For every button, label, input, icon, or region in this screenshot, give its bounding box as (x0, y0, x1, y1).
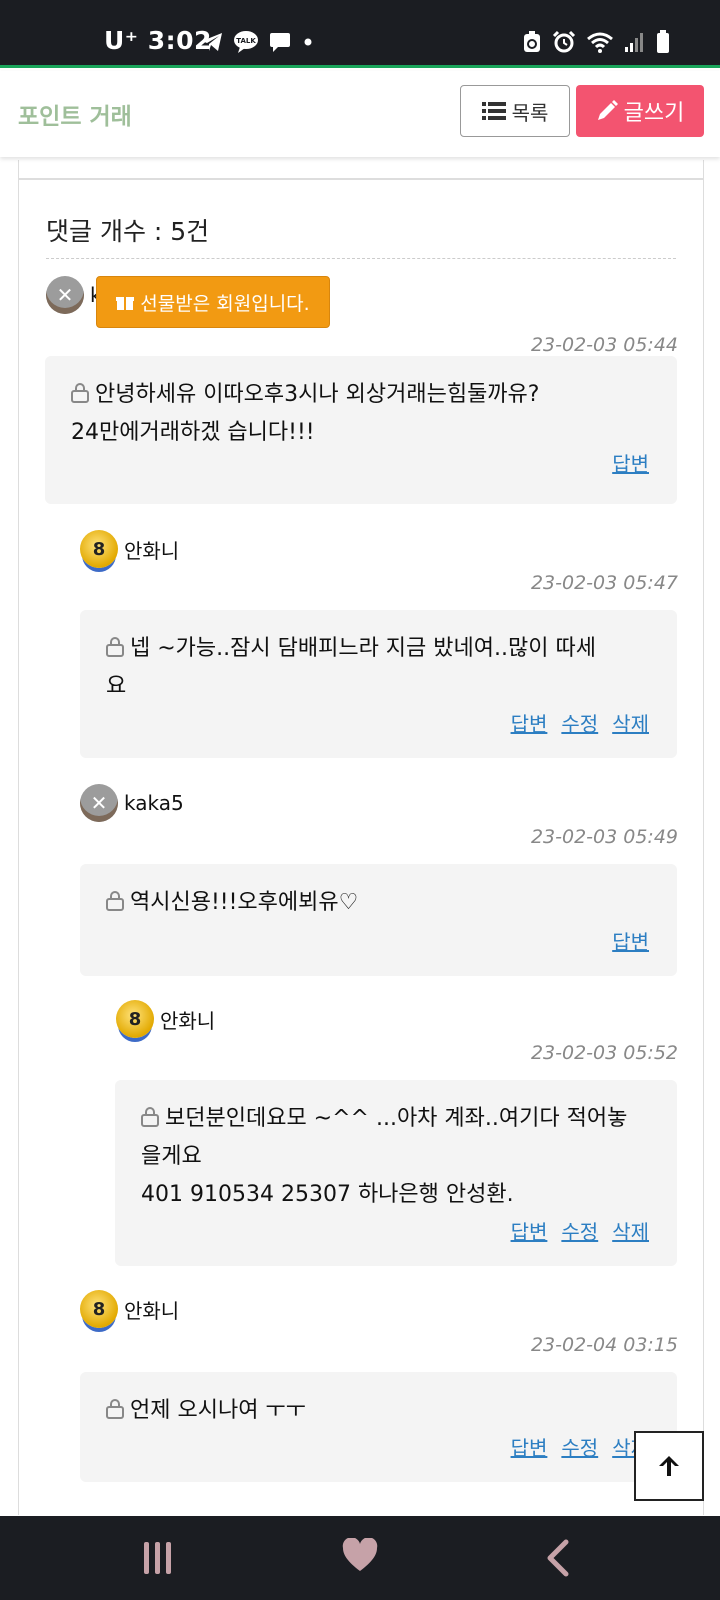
list-button[interactable]: 목록 (460, 85, 570, 137)
system-nav-bar (0, 1516, 720, 1600)
arrow-up-icon (659, 1456, 679, 1476)
heart-icon[interactable] (342, 1538, 378, 1574)
comment-box: 역시신용!!!오후에뵈유♡ 답변 (80, 864, 677, 976)
comment-line: 넵 ~가능..잠시 담배피느라 지금 밨네여..많이 따세 (106, 630, 651, 668)
dot-icon (304, 38, 312, 46)
page-title: 포인트 거래 (18, 104, 132, 130)
skull-icon: ✕ (80, 784, 118, 822)
comment-date: 23-02-03 05:44 (530, 334, 678, 356)
lock-icon (106, 637, 124, 657)
comment-box: 안녕하세유 이따오후3시나 외상거래는힘둘까유? 24만에거래하겠 습니다!!!… (45, 356, 677, 504)
write-button-label: 글쓰기 (623, 101, 685, 126)
lock-icon (106, 1399, 124, 1419)
lock-icon (106, 891, 124, 911)
gift-badge-text: 선물받은 회원입니다. (140, 292, 310, 315)
delete-link[interactable]: 삭제 (612, 708, 649, 737)
comment-line: 역시신용!!!오후에뵈유♡ (106, 884, 651, 922)
edit-link[interactable]: 수정 (561, 1216, 598, 1245)
comment-line: 안녕하세유 이따오후3시나 외상거래는힘둘까유? (71, 376, 651, 414)
delete-link[interactable]: 삭제 (612, 1216, 649, 1245)
comment-author[interactable]: 8 안화니 (116, 1000, 215, 1038)
reply-link[interactable]: 답변 (612, 926, 649, 955)
edit-link[interactable]: 수정 (561, 708, 598, 737)
reply-link[interactable]: 답변 (511, 708, 548, 737)
lock-icon (71, 383, 89, 403)
divider (18, 178, 704, 180)
comment-line: 을게요 (141, 1144, 202, 1169)
status-bar: U⁺ 3:02 TALK (0, 0, 720, 68)
comment-line: 24만에거래하겠 습니다!!! (71, 420, 315, 445)
reply-link[interactable]: 답변 (511, 1216, 548, 1245)
author-name: 안화니 (160, 1008, 216, 1033)
divider (46, 258, 676, 259)
gift-icon (116, 297, 135, 310)
message-icon (270, 33, 290, 52)
comment-author[interactable]: 8 안화니 (80, 1290, 179, 1328)
back-icon[interactable] (544, 1538, 570, 1578)
edit-link[interactable]: 수정 (561, 1432, 598, 1461)
status-time: U⁺ 3:02 (104, 26, 212, 55)
comment-box: 언제 오시나여 ㅜㅜ 답변 수정 삭제 (80, 1372, 677, 1482)
comment-date: 23-02-03 05:49 (530, 826, 678, 848)
comment-date: 23-02-03 05:52 (530, 1042, 678, 1064)
author-name: 안화니 (124, 1298, 180, 1323)
recycle-icon (524, 31, 540, 52)
carrier-label: U⁺ (104, 26, 139, 55)
comment-author[interactable]: 8 안화니 (80, 530, 179, 568)
scroll-top-button[interactable] (634, 1431, 704, 1501)
comment-date: 23-02-03 05:47 (530, 572, 678, 594)
reply-link[interactable]: 답변 (612, 448, 649, 477)
comment-box: 넵 ~가능..잠시 담배피느라 지금 밨네여..많이 따세 요 답변 수정 삭제 (80, 610, 677, 758)
telegram-icon (202, 33, 222, 51)
write-button[interactable]: 글쓰기 (576, 85, 704, 137)
recent-apps-icon[interactable] (142, 1538, 174, 1578)
medal-8-icon: 8 (80, 1290, 118, 1328)
svg-text:TALK: TALK (236, 37, 256, 45)
comment-line: 언제 오시나여 ㅜㅜ (106, 1392, 651, 1430)
comment-line: 401 910534 25307 하나은행 안성환. (141, 1182, 514, 1207)
list-button-label: 목록 (511, 100, 549, 125)
wifi-icon (587, 32, 613, 53)
signal-icon (625, 33, 643, 52)
comment-author[interactable]: ✕ kaka5 (80, 784, 184, 822)
kakaotalk-icon: TALK (234, 31, 258, 53)
comment-line: 보던분인데요모 ~^^ ...아차 계좌..여기다 적어놓 (141, 1100, 651, 1138)
author-name: kaka5 (124, 791, 184, 815)
comment-line: 요 (106, 674, 127, 699)
battery-icon (657, 30, 669, 53)
pencil-icon (597, 100, 618, 120)
gift-tooltip: 선물받은 회원입니다. (96, 276, 330, 328)
author-name: 안화니 (124, 538, 180, 563)
lock-icon (141, 1107, 159, 1127)
comment-date: 23-02-04 03:15 (530, 1334, 678, 1356)
medal-8-icon: 8 (116, 1000, 154, 1038)
comment-box: 보던분인데요모 ~^^ ...아차 계좌..여기다 적어놓 을게요 401 91… (115, 1080, 677, 1266)
alarm-icon (552, 30, 576, 53)
medal-8-icon: 8 (80, 530, 118, 568)
list-icon (481, 102, 506, 120)
reply-link[interactable]: 답변 (511, 1432, 548, 1461)
app-header: 포인트 거래 목록 글쓰기 (0, 71, 720, 157)
skull-icon: ✕ (46, 276, 84, 314)
comment-count: 댓글 개수 : 5건 (46, 217, 210, 246)
